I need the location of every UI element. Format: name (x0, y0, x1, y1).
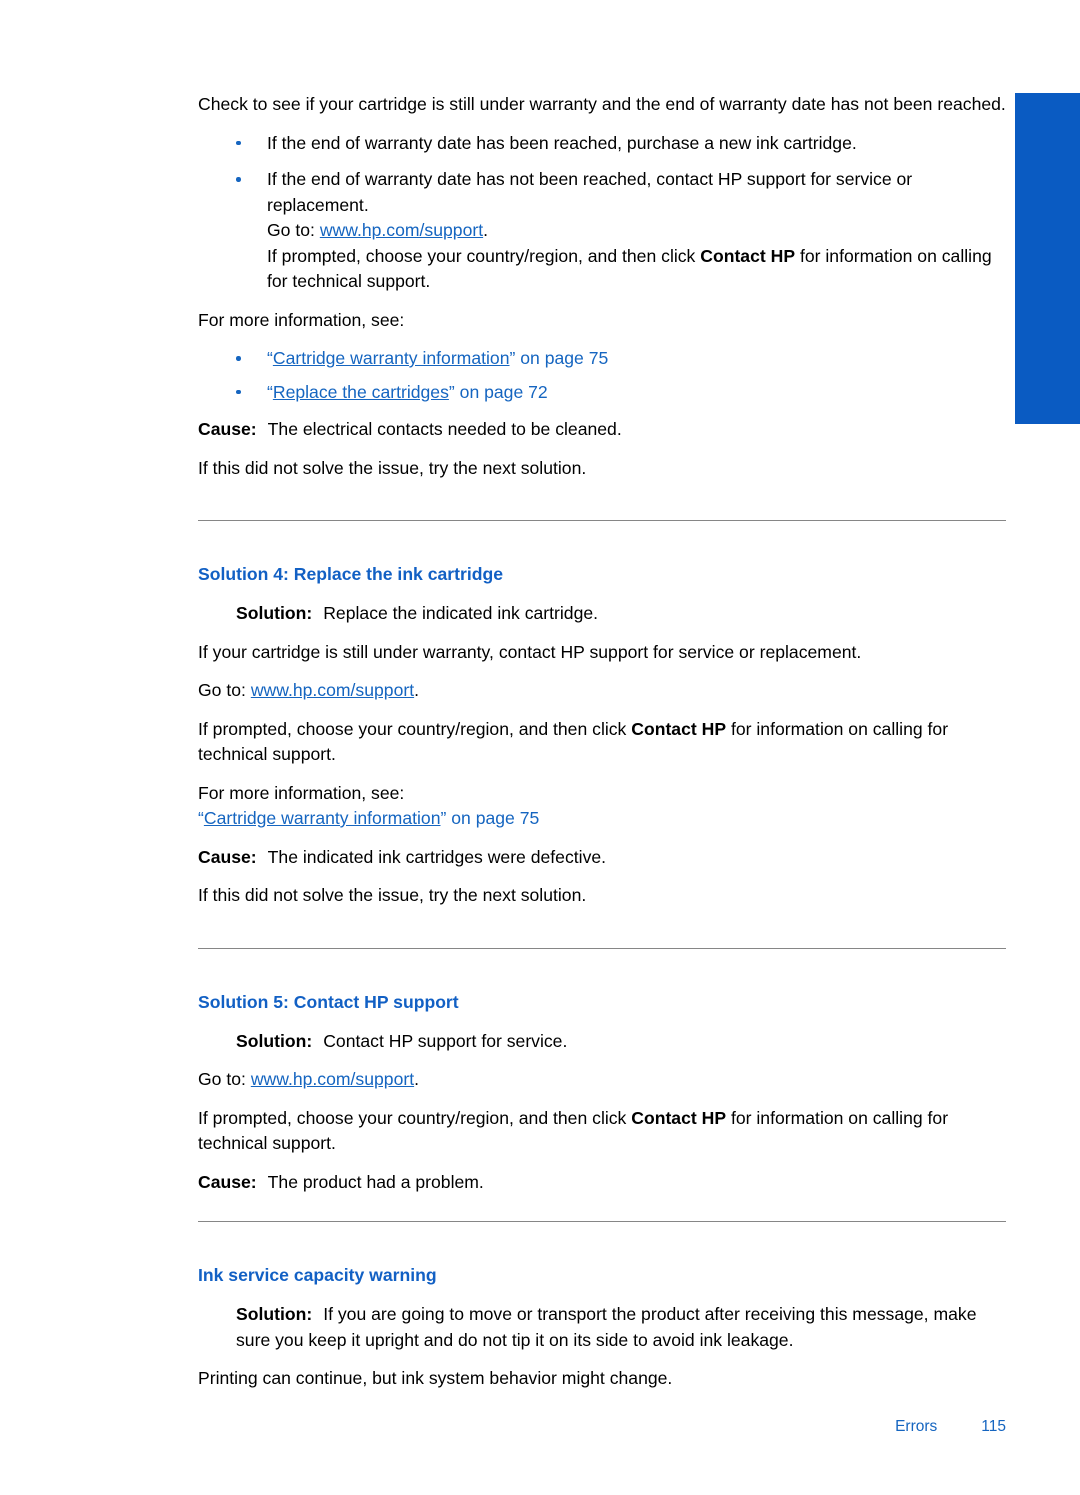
solution-text: If you are going to move or transport th… (236, 1304, 977, 1350)
cause-text: The electrical contacts needed to be cle… (267, 419, 622, 439)
solution-5-heading: Solution 5: Contact HP support (198, 991, 459, 1012)
xref-line: “Cartridge warranty information” on page… (198, 806, 1006, 832)
bullet-icon (236, 140, 241, 145)
xref-page-tail: on page 75 (515, 348, 609, 368)
cause-row: Cause: The electrical contacts needed to … (198, 417, 1006, 443)
solution-row: Solution: If you are going to move or tra… (236, 1302, 1006, 1353)
prompted-pre: If prompted, choose your country/region,… (198, 1107, 632, 1128)
solution-text: Contact HP support for service. (323, 1030, 568, 1051)
goto-line: Go to: www.hp.com/support. (198, 678, 1006, 704)
xref-title: Cartridge warranty information (272, 348, 510, 368)
list-item: If the end of warranty date has been rea… (198, 131, 1006, 157)
document-page: Solve a problem Check to see if your car… (0, 0, 1080, 1495)
bullet-icon (236, 356, 241, 361)
goto-prefix: Go to: (267, 220, 315, 240)
hp-support-link[interactable]: www.hp.com/support (251, 1069, 414, 1089)
xref-page-tail: on page 72 (454, 381, 548, 402)
list-item: If the end of warranty date has not been… (198, 167, 1006, 295)
list-item: “Cartridge warranty information” on page… (198, 346, 1006, 372)
page-content: Check to see if your cartridge is still … (198, 92, 1006, 1405)
cause-row: Cause: The indicated ink cartridges were … (198, 845, 1006, 871)
cause-row: Cause: The product had a problem. (198, 1170, 1006, 1196)
printing-continue-text: Printing can continue, but ink system be… (198, 1368, 673, 1388)
solution-4-heading: Solution 4: Replace the ink cartridge (198, 564, 504, 584)
intro-paragraph: Check to see if your cartridge is still … (198, 94, 1006, 114)
goto-prefix: Go to: (198, 1069, 246, 1089)
cause-label: Cause: (198, 419, 257, 439)
bullet-icon (236, 177, 241, 182)
prompted-paragraph: If prompted, choose your country/region,… (198, 717, 1006, 768)
next-solution-text: If this did not solve the issue, try the… (198, 885, 587, 905)
xref-title: Cartridge warranty information (203, 808, 441, 828)
goto-suffix: . (483, 220, 489, 240)
xref-cartridge-warranty-information[interactable]: “Cartridge warranty information” on page… (267, 348, 608, 368)
cross-reference-list: “Cartridge warranty information” on page… (198, 346, 1006, 405)
cause-text: The indicated ink cartridges were defect… (267, 846, 607, 867)
solution-label: Solution: (236, 1030, 313, 1051)
section-continued: Check to see if your cartridge is still … (198, 92, 1006, 481)
more-information-label: For more information, see: (198, 309, 405, 330)
prompted-paragraph: If prompted, choose your country/region,… (267, 244, 1006, 295)
section-ink-service-capacity-warning: Ink service capacity warning Solution: If… (198, 1264, 1006, 1392)
warranty-bullet-list: If the end of warranty date has been rea… (198, 131, 1006, 295)
solution-row: Solution: Contact HP support for service. (236, 1029, 1006, 1055)
section-solution-5: Solution 5: Contact HP support Solution:… (198, 991, 1006, 1196)
ink-warning-heading: Ink service capacity warning (198, 1265, 437, 1285)
goto-suffix: . (414, 680, 420, 700)
contact-hp-bold: Contact HP (700, 245, 796, 266)
chapter-side-tab: Solve a problem (996, 93, 1080, 424)
goto-suffix: . (414, 1069, 420, 1089)
contact-hp-bold: Contact HP (631, 718, 727, 739)
footer-page-number: 115 (981, 1418, 1006, 1435)
goto-line: Go to: www.hp.com/support. (267, 218, 1006, 244)
goto-prefix: Go to: (198, 680, 246, 700)
list-item: “Replace the cartridges” on page 72 (198, 380, 1006, 406)
xref-replace-the-cartridges[interactable]: “Replace the cartridges” on page 72 (267, 382, 548, 402)
solution-label: Solution: (236, 1304, 313, 1324)
contact-hp-bold: Contact HP (631, 1107, 727, 1128)
cause-label: Cause: (198, 1171, 257, 1192)
xref-title: Replace the cartridges (272, 381, 449, 402)
more-information-label: For more information, see: (198, 782, 405, 803)
list-item-label: If the end of warranty date has been rea… (267, 132, 857, 153)
xref-cartridge-warranty-information[interactable]: “Cartridge warranty information” on page… (198, 808, 539, 828)
solution-row: Solution: Replace the indicated ink cartr… (236, 601, 1006, 627)
solution-label: Solution: (236, 603, 313, 623)
warranty-paragraph: If your cartridge is still under warrant… (198, 641, 862, 662)
section-solution-4: Solution 4: Replace the ink cartridge So… (198, 563, 1006, 909)
prompted-pre: If prompted, choose your country/region,… (267, 245, 701, 266)
prompted-paragraph: If prompted, choose your country/region,… (198, 1106, 1006, 1157)
cause-label: Cause: (198, 846, 257, 867)
cause-text: The product had a problem. (267, 1171, 484, 1192)
xref-page-tail: on page 75 (446, 808, 540, 828)
next-solution-text: If this did not solve the issue, try the… (198, 457, 587, 478)
bullet-icon (236, 389, 241, 394)
hp-support-link[interactable]: www.hp.com/support (251, 680, 414, 700)
footer-chapter-name: Errors (895, 1418, 938, 1435)
solution-text: Replace the indicated ink cartridge. (323, 603, 599, 623)
prompted-pre: If prompted, choose your country/region,… (198, 718, 632, 739)
hp-support-link[interactable]: www.hp.com/support (320, 220, 483, 240)
list-item-label: If the end of warranty date has not been… (267, 169, 913, 215)
goto-line: Go to: www.hp.com/support. (198, 1067, 1006, 1093)
page-footer: Errors 115 (198, 1418, 1006, 1436)
